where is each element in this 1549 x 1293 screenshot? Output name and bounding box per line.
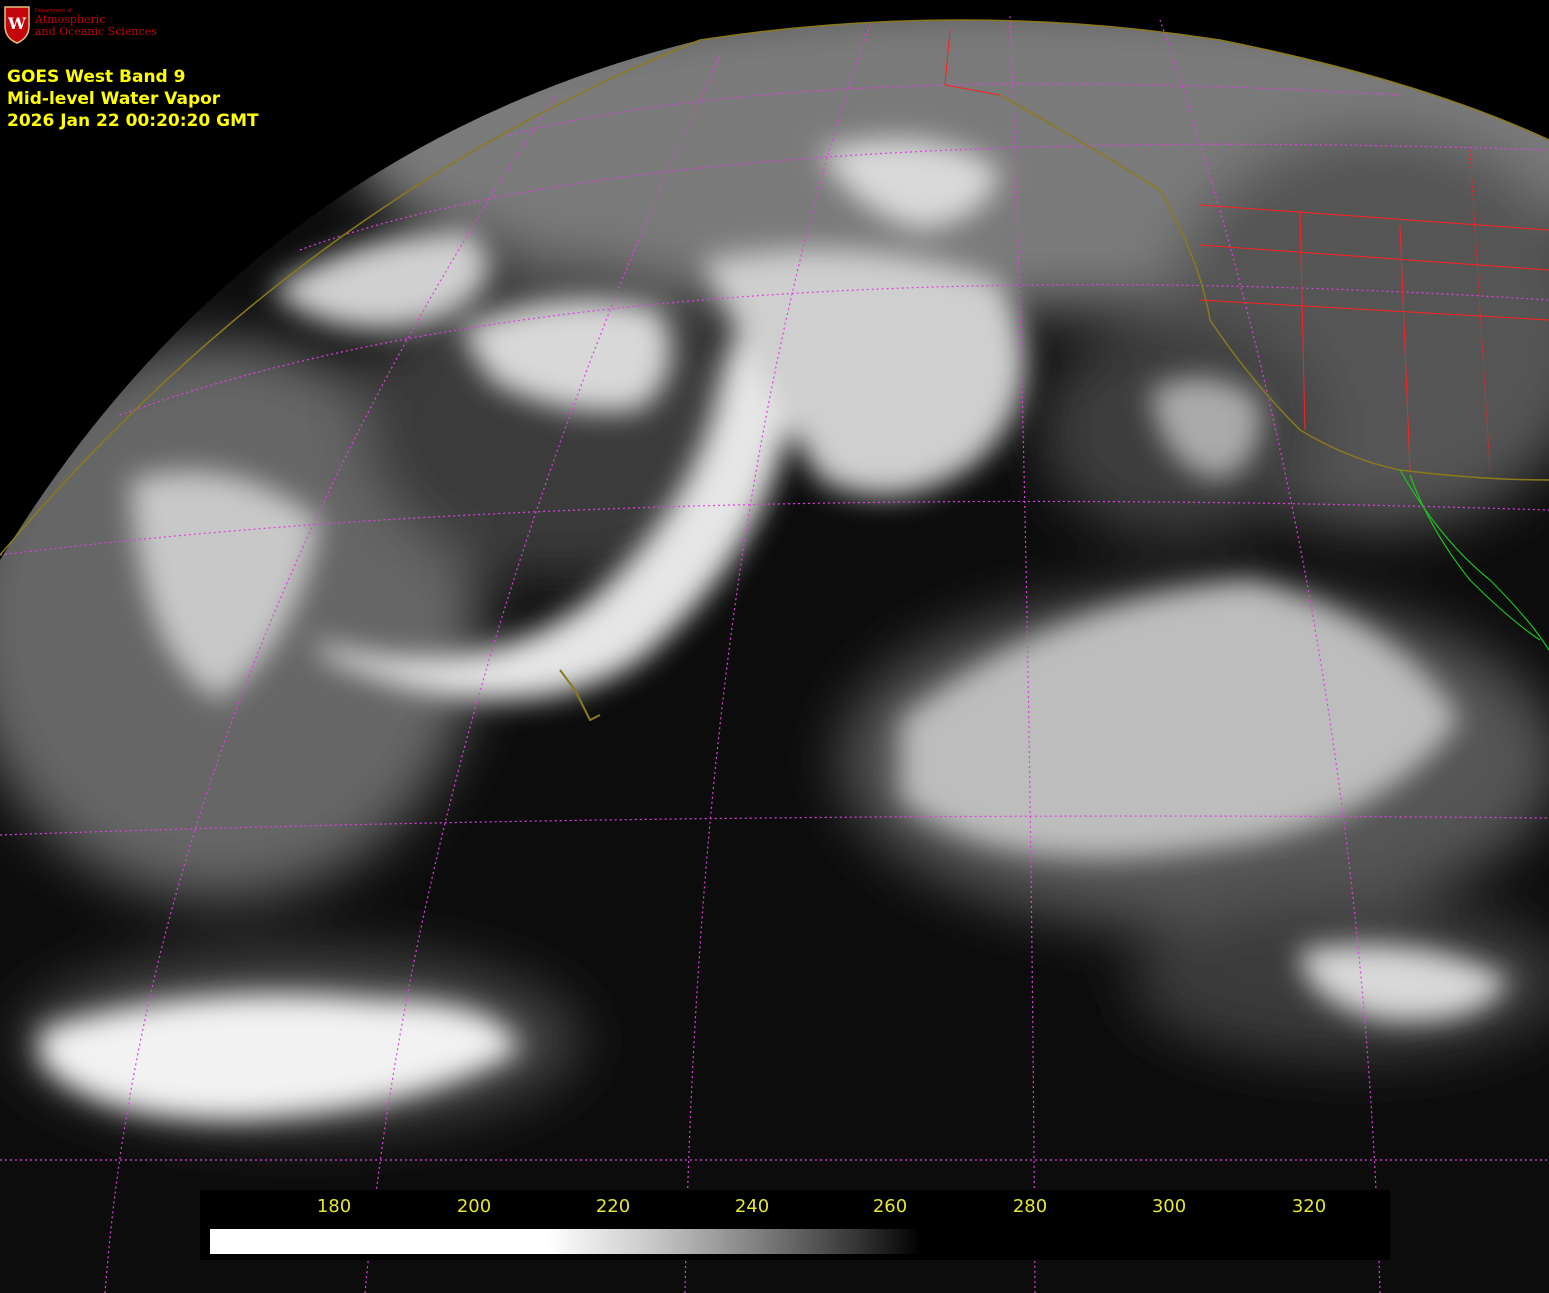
colorbar-label: 200 xyxy=(456,1196,492,1217)
image-title: GOES West Band 9 Mid-level Water Vapor 2… xyxy=(7,66,259,132)
uw-shield-icon: W xyxy=(4,6,30,44)
logo-department-name: Atmospheric and Oceanic Sciences xyxy=(35,14,157,38)
colorbar-label: 180 xyxy=(316,1196,352,1217)
colorbar-label: 240 xyxy=(734,1196,770,1217)
satellite-image xyxy=(0,14,1549,1293)
colorbar-label: 280 xyxy=(1012,1196,1048,1217)
logo-name-line2: and Oceanic Sciences xyxy=(35,25,157,38)
colorbar-label: 320 xyxy=(1291,1196,1327,1217)
title-satellite-band: GOES West Band 9 xyxy=(7,67,186,87)
earth-disk xyxy=(0,20,1549,1293)
colorbar-label: 260 xyxy=(872,1196,908,1217)
colorbar-label: 300 xyxy=(1151,1196,1187,1217)
colorbar-gradient xyxy=(210,1229,1375,1254)
colorbar-label: 220 xyxy=(595,1196,631,1217)
title-timestamp: 2026 Jan 22 00:20:20 GMT xyxy=(7,111,259,131)
uw-aos-logo[interactable]: W Department of Atmospheric and Oceanic … xyxy=(0,0,162,48)
svg-text:W: W xyxy=(7,14,27,33)
title-product: Mid-level Water Vapor xyxy=(7,89,221,109)
